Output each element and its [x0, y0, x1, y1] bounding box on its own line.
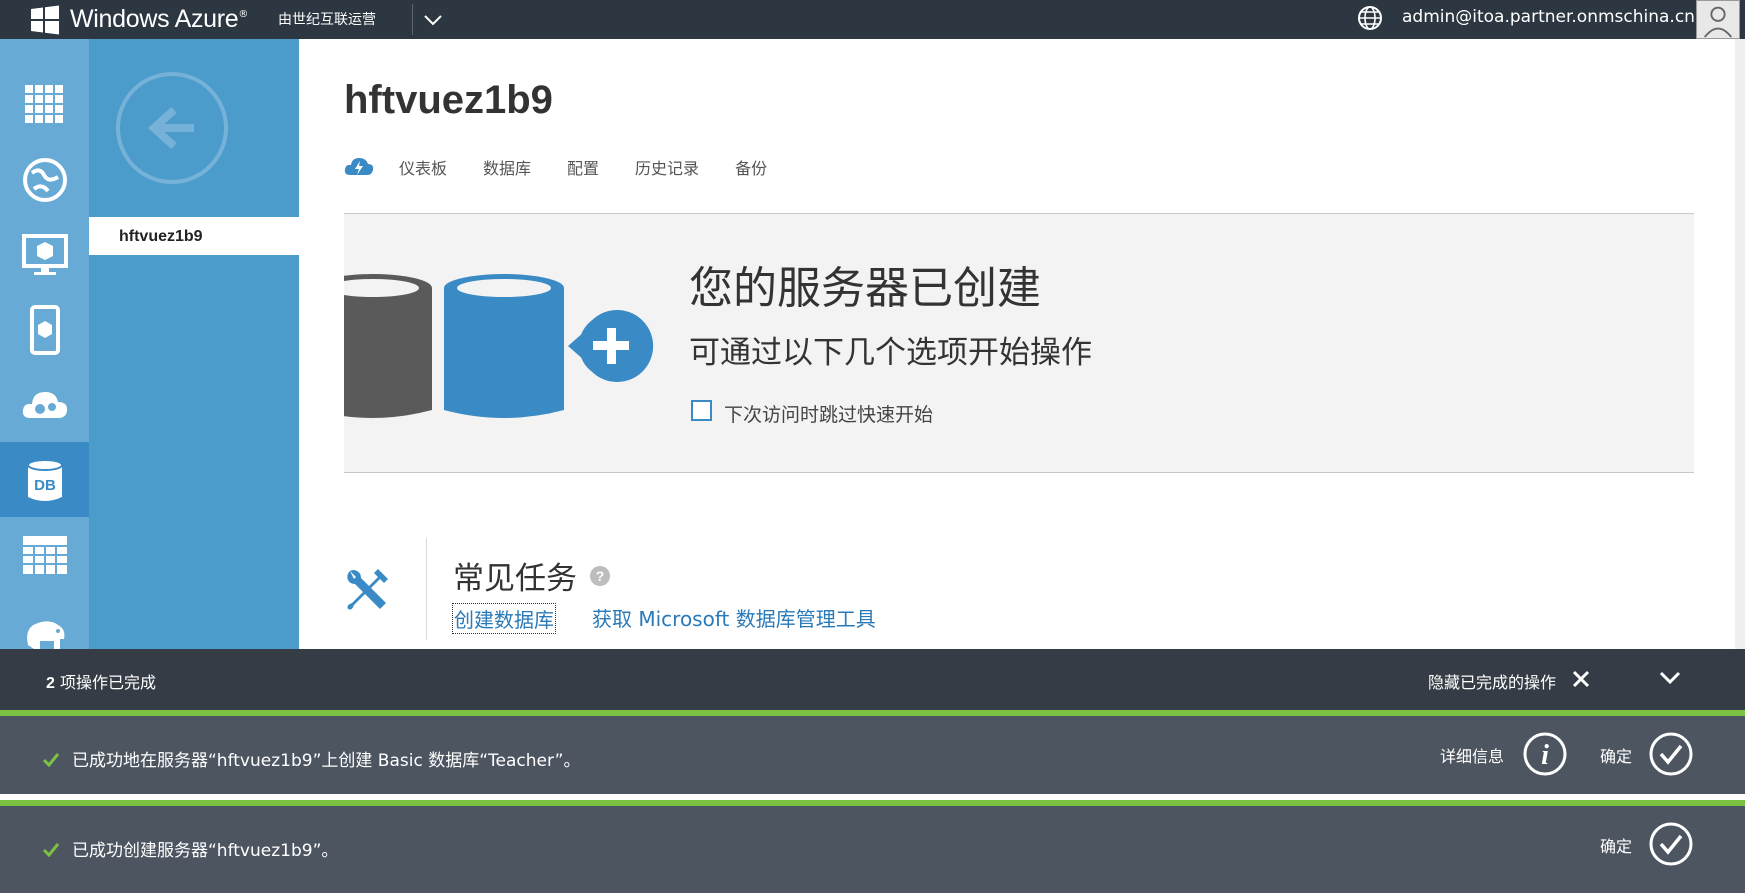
rail-item-sql-databases[interactable]: DB	[0, 442, 89, 517]
confirm-label[interactable]: 确定	[1600, 833, 1632, 857]
confirm-check-icon[interactable]	[1648, 731, 1694, 777]
success-check-icon	[42, 843, 60, 858]
rail-item-web-sites[interactable]	[0, 142, 89, 217]
brand-name: Windows Azure	[70, 5, 239, 33]
details-label[interactable]: 详细信息	[1440, 743, 1504, 767]
tasks-divider	[426, 538, 427, 640]
common-tasks-title: 常见任务 ?	[453, 553, 611, 598]
top-divider	[412, 4, 413, 35]
account-email[interactable]: admin@itoa.partner.onmschina.cn	[1402, 7, 1695, 27]
tools-icon	[347, 569, 388, 610]
virtual-machines-icon	[21, 233, 68, 275]
notification-message: 已成功创建服务器“hftvuez1b9”。	[72, 841, 339, 861]
quickstart-panel: 您的服务器已创建 可通过以下几个选项开始操作 下次访问时跳过快速开始	[344, 213, 1694, 473]
page-title: hftvuez1b9	[344, 78, 553, 122]
all-items-grid-icon	[24, 84, 63, 123]
completed-count-number: 2	[46, 675, 55, 692]
create-database-link[interactable]: 创建数据库	[452, 603, 556, 634]
notification-item: 已成功地在服务器“hftvuez1b9”上创建 Basic 数据库“Teache…	[0, 710, 1745, 794]
hide-completed-button[interactable]: 隐藏已完成的操作	[1428, 669, 1556, 693]
cloud-services-icon	[22, 391, 67, 418]
mobile-services-icon	[29, 304, 60, 355]
close-icon[interactable]	[1570, 668, 1592, 690]
svg-text:?: ?	[596, 568, 605, 584]
rail-item-mobile-services[interactable]	[0, 292, 89, 367]
avatar[interactable]	[1696, 0, 1740, 39]
rail-item-virtual-machines[interactable]	[0, 217, 89, 292]
tab-dashboard[interactable]: 仪表板	[399, 155, 447, 179]
navigation-panel: hftvuez1b9	[89, 39, 299, 649]
confirm-label[interactable]: 确定	[1600, 743, 1632, 767]
registered-mark: ®	[238, 9, 249, 20]
rail-item-storage[interactable]	[0, 517, 89, 592]
web-sites-icon	[22, 157, 67, 202]
rail-item-cloud-services[interactable]	[0, 367, 89, 442]
tab-history[interactable]: 历史记录	[635, 155, 699, 179]
notification-header: 2 项操作已完成 隐藏已完成的操作	[0, 649, 1745, 710]
completed-count: 2 项操作已完成	[46, 669, 156, 693]
sql-databases-icon: DB	[26, 458, 63, 501]
storage-table-icon	[22, 535, 67, 574]
skip-quickstart-label[interactable]: 下次访问时跳过快速开始	[724, 400, 933, 427]
globe-icon[interactable]	[1356, 4, 1384, 32]
collapse-chevron-icon[interactable]	[1657, 665, 1683, 691]
notification-message: 已成功地在服务器“hftvuez1b9”上创建 Basic 数据库“Teache…	[72, 751, 581, 771]
help-icon[interactable]: ?	[589, 565, 611, 587]
confirm-check-icon[interactable]	[1648, 821, 1694, 867]
back-button[interactable]	[116, 72, 228, 184]
info-icon[interactable]: i	[1522, 731, 1568, 777]
tab-bar: 仪表板 数据库 配置 历史记录 备份	[344, 155, 803, 179]
windows-azure-logo[interactable]: Windows Azure ®	[30, 0, 248, 39]
user-avatar-icon	[1703, 6, 1733, 38]
quickstart-subheading: 可通过以下几个选项开始操作	[689, 335, 1092, 371]
database-add-illustration	[344, 274, 654, 418]
rail-item-all-items[interactable]	[0, 67, 89, 142]
common-tasks-label: 常见任务	[453, 561, 577, 597]
notification-item: 已成功创建服务器“hftvuez1b9”。 确定	[0, 800, 1745, 893]
svg-text:DB: DB	[34, 477, 56, 494]
server-list-item[interactable]: hftvuez1b9	[89, 217, 299, 255]
tab-backup[interactable]: 备份	[735, 155, 767, 179]
operator-label: 由世纪互联运营	[278, 12, 376, 28]
chevron-down-icon[interactable]	[420, 7, 446, 33]
skip-quickstart-checkbox[interactable]	[691, 400, 712, 421]
success-check-icon	[42, 753, 60, 768]
hdinsight-elephant-icon	[26, 620, 64, 649]
scrollbar[interactable]	[1735, 39, 1745, 649]
quickstart-heading: 您的服务器已创建	[689, 263, 1041, 314]
quickstart-cloud-icon[interactable]	[344, 155, 374, 179]
completed-count-label: 项操作已完成	[60, 673, 157, 692]
service-rail: DB	[0, 39, 89, 649]
tab-configure[interactable]: 配置	[567, 155, 599, 179]
back-arrow-icon	[148, 107, 194, 149]
top-bar: Windows Azure ® 由世纪互联运营 admin@itoa.partne…	[0, 0, 1745, 39]
get-db-tools-link[interactable]: 获取 Microsoft 数据库管理工具	[592, 603, 876, 632]
tab-databases[interactable]: 数据库	[483, 155, 531, 179]
svg-text:i: i	[1541, 740, 1549, 771]
windows-flag-icon	[31, 5, 59, 34]
